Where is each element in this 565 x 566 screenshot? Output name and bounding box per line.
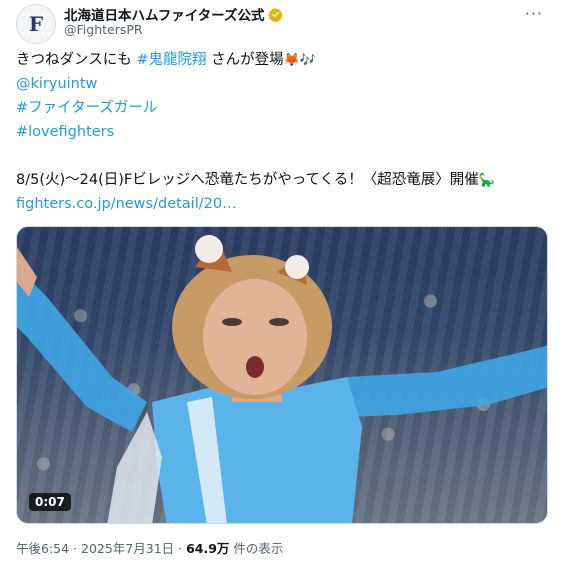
post-time[interactable]: 午後6:54 — [16, 541, 69, 556]
video-duration-badge: 0:07 — [29, 493, 71, 511]
views-label: 件の表示 — [229, 541, 284, 556]
hashtag-fighters-girl[interactable]: #ファイターズガール — [16, 100, 157, 116]
verified-badge-icon — [268, 7, 284, 22]
tweet-line-2: @kiryuintw — [16, 72, 551, 96]
tweet-line-4: #lovefighters — [16, 120, 551, 144]
tweet-meta: 午後6:54 · 2025年7月31日 · 64.9万 件の表示 — [16, 538, 283, 557]
post-date[interactable]: 2025年7月31日 — [81, 541, 174, 556]
dinosaur-emoji: 🦕 — [478, 173, 495, 188]
name-row: 北海道日本ハムファイターズ公式 — [64, 4, 284, 24]
tweet-line-event: 8/5(火)〜24(日)Fビレッジへ恐竜たちがやってくる！〈超恐竜展〉開催🦕 — [16, 168, 551, 192]
tweet-line-link: fighters.co.jp/news/detail/20… — [16, 192, 551, 216]
event-text: 8/5(火)〜24(日)Fビレッジへ恐竜たちがやってくる！〈超恐竜展〉開催 — [16, 172, 479, 188]
meta-separator: · — [69, 541, 81, 556]
video-frame — [17, 235, 547, 523]
hashtag-lovefighters[interactable]: #lovefighters — [16, 124, 114, 140]
video-player[interactable]: 0:07 — [16, 226, 548, 524]
text-suffix: さんが登場 — [206, 52, 284, 68]
mention-link[interactable]: @kiryuintw — [16, 76, 97, 92]
views-count: 64.9万 — [186, 541, 230, 556]
more-options-icon[interactable]: ··· — [525, 4, 543, 23]
tweet-line-3: #ファイターズガール — [16, 96, 551, 120]
handle[interactable]: @FightersPR — [64, 22, 143, 37]
tweet-text: きつねダンスにも #鬼龍院翔 さんが登場🦊🎶 @kiryuintw #ファイター… — [16, 48, 551, 216]
display-name[interactable]: 北海道日本ハムファイターズ公式 — [64, 4, 264, 24]
fox-music-emoji: 🦊🎶 — [283, 53, 316, 68]
tweet-card: F 北海道日本ハムファイターズ公式 @FightersPR ··· きつねダンス… — [0, 0, 565, 566]
text-prefix: きつねダンスにも — [16, 52, 137, 68]
hashtag-kiryuin[interactable]: #鬼龍院翔 — [136, 52, 206, 68]
fighters-logo-icon: F — [28, 12, 44, 36]
tweet-line-1: きつねダンスにも #鬼龍院翔 さんが登場🦊🎶 — [16, 48, 551, 72]
avatar[interactable]: F — [16, 4, 56, 44]
meta-separator-2: · — [174, 541, 187, 556]
external-link[interactable]: fighters.co.jp/news/detail/20… — [16, 196, 237, 212]
